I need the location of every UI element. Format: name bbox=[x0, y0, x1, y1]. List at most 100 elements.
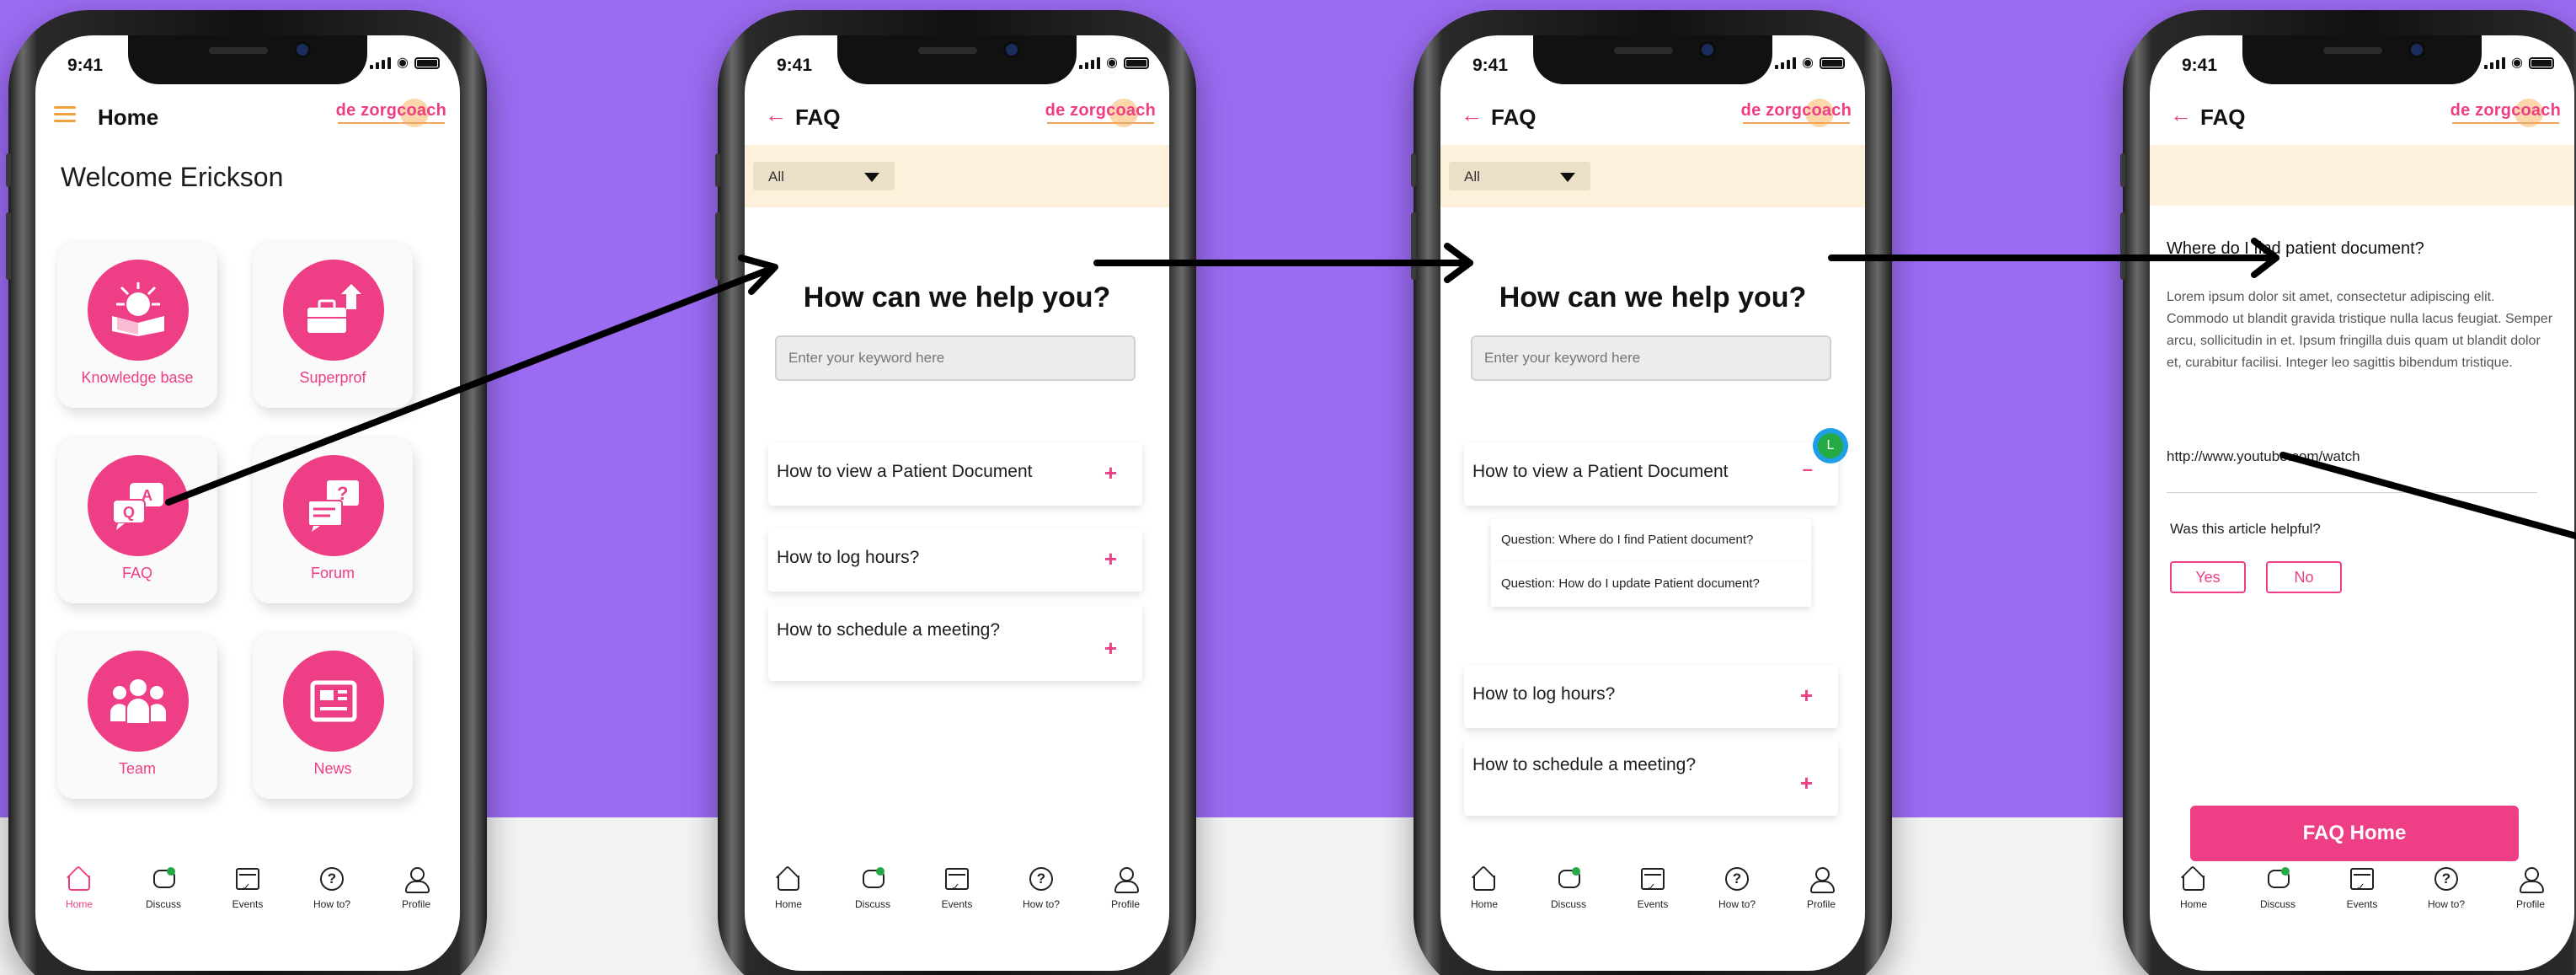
chat-icon bbox=[151, 867, 176, 890]
tab-home[interactable]: Home bbox=[2151, 865, 2236, 910]
home-icon bbox=[2181, 868, 2206, 891]
tab-how-to[interactable]: ? How to? bbox=[999, 865, 1083, 910]
article-link[interactable]: http://www.youtube.com/watch bbox=[2167, 448, 2360, 465]
bottom-tab-bar: Home Discuss Events ? How to? Profile bbox=[35, 856, 460, 940]
signal-icon bbox=[370, 57, 392, 69]
question-icon: ? bbox=[320, 867, 344, 891]
yes-button[interactable]: Yes bbox=[2170, 561, 2246, 593]
tile-faq[interactable]: AQ FAQ bbox=[57, 438, 217, 603]
minus-icon[interactable]: – bbox=[1803, 458, 1813, 480]
tab-label: Discuss bbox=[2259, 898, 2295, 910]
page-title: FAQ bbox=[1491, 104, 1537, 130]
caret-down-icon bbox=[864, 173, 879, 182]
dropdown-value: All bbox=[768, 169, 784, 185]
brand-logo: de zorgcoach bbox=[1740, 99, 1852, 127]
plus-icon[interactable]: + bbox=[1104, 635, 1117, 662]
question-icon: ? bbox=[2434, 867, 2458, 891]
search-input[interactable] bbox=[1471, 335, 1831, 381]
category-dropdown[interactable]: All bbox=[753, 162, 895, 190]
brand-logo: de zorgcoach bbox=[1045, 99, 1156, 127]
no-button[interactable]: No bbox=[2266, 561, 2342, 593]
chat-icon bbox=[2265, 867, 2290, 890]
faq-accordion-item-expanded[interactable]: How to view a Patient Document – bbox=[1464, 443, 1838, 506]
faq-accordion-item[interactable]: How to schedule a meeting? + bbox=[768, 605, 1142, 681]
dropdown-value: All bbox=[1464, 169, 1480, 185]
helpful-question: Was this article helpful? bbox=[2170, 521, 2321, 537]
category-dropdown[interactable]: All bbox=[1449, 162, 1590, 190]
tab-label: How to? bbox=[2427, 898, 2466, 910]
back-arrow-icon[interactable]: ← bbox=[2170, 104, 2192, 126]
signal-icon bbox=[1775, 57, 1797, 69]
avatar-letter: L bbox=[1818, 433, 1843, 458]
tab-events[interactable]: Events bbox=[206, 865, 290, 910]
plus-icon[interactable]: + bbox=[1104, 460, 1117, 486]
back-arrow-icon[interactable]: ← bbox=[1461, 104, 1483, 126]
book-icon bbox=[88, 260, 189, 361]
plus-icon[interactable]: + bbox=[1104, 546, 1117, 572]
plus-icon[interactable]: + bbox=[1800, 770, 1813, 796]
faq-accordion-item[interactable]: How to log hours? + bbox=[768, 529, 1142, 592]
tab-label: Profile bbox=[2515, 898, 2545, 910]
app-bar: ← FAQ de zorgcoach bbox=[1440, 88, 1865, 142]
tab-label: Events bbox=[941, 898, 973, 910]
faq-accordion-item[interactable]: How to view a Patient Document + bbox=[768, 443, 1142, 506]
battery-icon bbox=[414, 57, 440, 69]
tab-profile[interactable]: Profile bbox=[2488, 865, 2573, 910]
tab-label: Events bbox=[2346, 898, 2378, 910]
status-icons: ◉ bbox=[1079, 56, 1149, 70]
status-icons: ◉ bbox=[1775, 56, 1845, 70]
brand-logo: de zorgcoach bbox=[2450, 99, 2561, 127]
tile-knowledge-base[interactable]: Knowledge base bbox=[57, 243, 217, 408]
faq-accordion-item[interactable]: How to log hours? + bbox=[1464, 666, 1838, 728]
faq-accordion-item[interactable]: How to schedule a meeting? + bbox=[1464, 740, 1838, 816]
tab-label: Home bbox=[2179, 898, 2207, 910]
app-bar: ← FAQ de zorgcoach bbox=[745, 88, 1169, 142]
tab-home[interactable]: Home bbox=[746, 865, 831, 910]
screen-home: 9:41 ◉ Home de zorgcoach Welcome Erickso… bbox=[35, 35, 460, 971]
tab-discuss[interactable]: Discuss bbox=[1526, 865, 1611, 910]
tab-how-to[interactable]: ? How to? bbox=[1695, 865, 1779, 910]
faq-question: How to schedule a meeting? bbox=[777, 620, 1000, 640]
tile-superprof[interactable]: Superprof bbox=[253, 243, 413, 408]
status-time: 9:41 bbox=[2182, 56, 2218, 75]
app-bar: ← FAQ de zorgcoach bbox=[2150, 88, 2574, 142]
phone-side-button bbox=[1411, 153, 1416, 187]
welcome-heading: Welcome Erickson bbox=[61, 162, 284, 192]
tile-label: FAQ bbox=[121, 565, 152, 581]
tab-discuss[interactable]: Discuss bbox=[831, 865, 915, 910]
tile-label: Knowledge base bbox=[81, 369, 194, 386]
search-input[interactable] bbox=[775, 335, 1136, 381]
tile-team[interactable]: Team bbox=[57, 634, 217, 799]
hamburger-menu-icon[interactable] bbox=[54, 106, 76, 122]
avatar: L bbox=[1813, 428, 1848, 463]
faq-home-button[interactable]: FAQ Home bbox=[2190, 806, 2519, 861]
tab-home[interactable]: Home bbox=[1442, 865, 1526, 910]
tab-events[interactable]: Events bbox=[2320, 865, 2404, 910]
battery-icon bbox=[2529, 57, 2554, 69]
back-arrow-icon[interactable]: ← bbox=[765, 104, 787, 126]
tab-discuss[interactable]: Discuss bbox=[121, 865, 206, 910]
tile-news[interactable]: News bbox=[253, 634, 413, 799]
tab-discuss[interactable]: Discuss bbox=[2236, 865, 2320, 910]
faq-question: How to schedule a meeting? bbox=[1472, 755, 1696, 774]
phone-notch bbox=[837, 35, 1077, 84]
tab-profile[interactable]: Profile bbox=[1779, 865, 1863, 910]
tab-label: How to? bbox=[1718, 898, 1756, 910]
tab-events[interactable]: Events bbox=[915, 865, 999, 910]
calendar-icon bbox=[236, 868, 259, 900]
tab-how-to[interactable]: ? How to? bbox=[2404, 865, 2488, 910]
tab-profile[interactable]: Profile bbox=[374, 865, 458, 910]
tab-how-to[interactable]: ? How to? bbox=[290, 865, 374, 910]
bottom-tab-bar: Home Discuss Events ? How to? Profile bbox=[2150, 856, 2574, 940]
tab-home[interactable]: Home bbox=[37, 865, 121, 910]
filter-bar: All bbox=[1440, 145, 1865, 207]
tab-events[interactable]: Events bbox=[1611, 865, 1695, 910]
phone-notch bbox=[2242, 35, 2482, 84]
tab-profile[interactable]: Profile bbox=[1083, 865, 1168, 910]
tab-label: Home bbox=[774, 898, 802, 910]
faq-sub-question[interactable]: Question: How do I update Patient docume… bbox=[1491, 563, 1811, 607]
plus-icon[interactable]: + bbox=[1800, 683, 1813, 709]
faq-sub-question[interactable]: Question: Where do I find Patient docume… bbox=[1491, 519, 1811, 563]
page-title: FAQ bbox=[2200, 104, 2246, 130]
tile-forum[interactable]: ? Forum bbox=[253, 438, 413, 603]
